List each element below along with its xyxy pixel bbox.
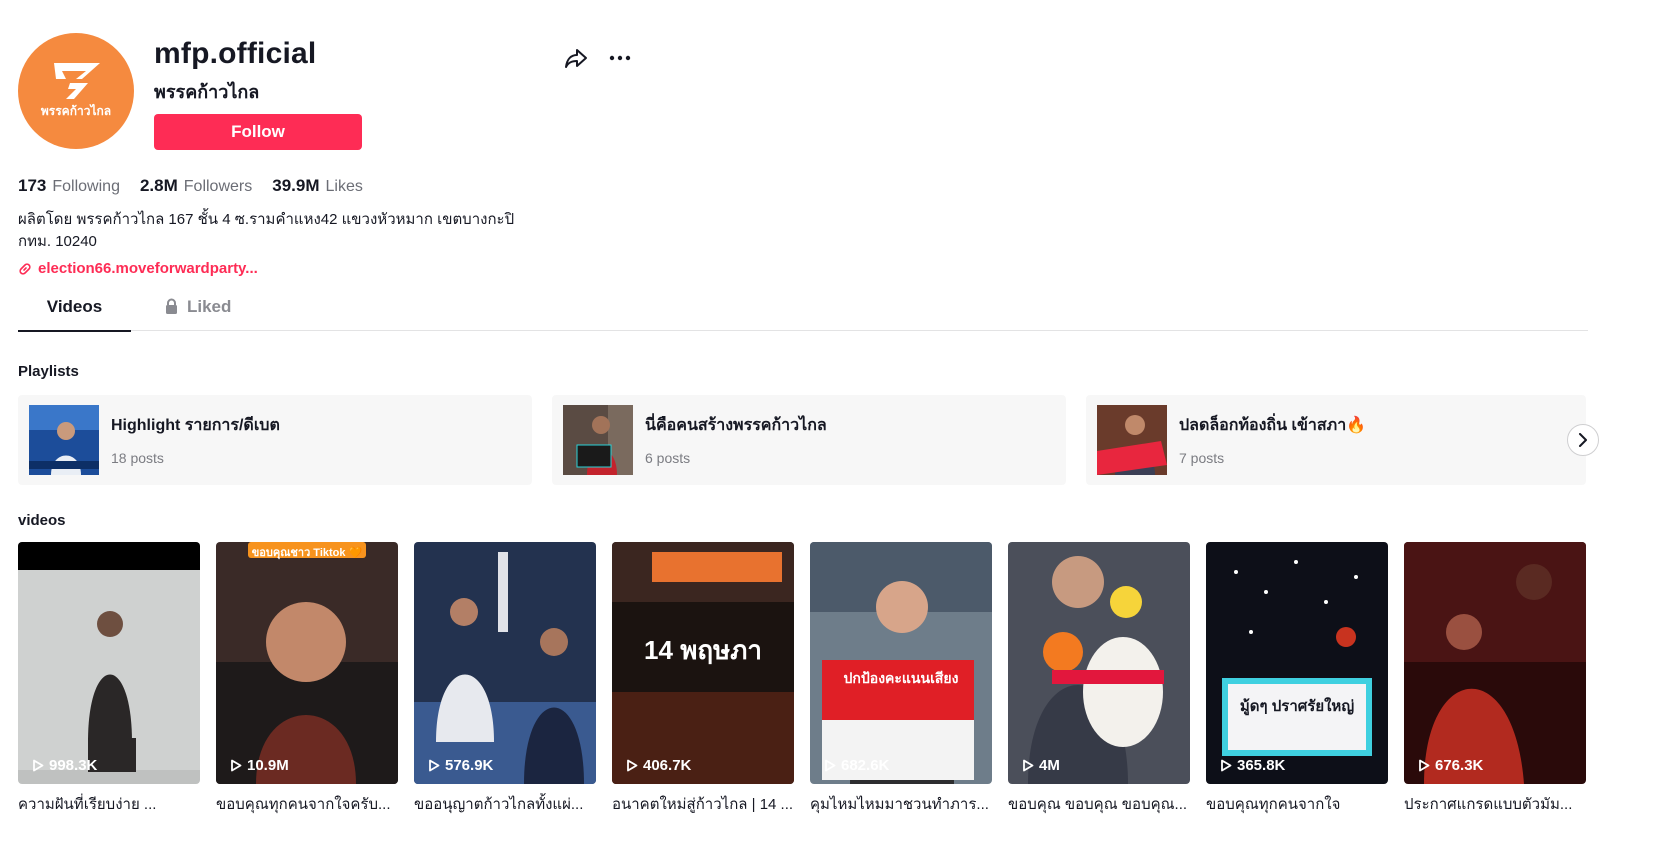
- likes-label: Likes: [325, 178, 363, 195]
- playlist-thumbnail: [563, 405, 633, 475]
- view-count-text: 576.9K: [445, 757, 494, 774]
- bio: ผลิตโดย พรรคก้าวไกล 167 ชั้น 4 ซ.รามคำแห…: [18, 209, 528, 253]
- video-overlay-text: 14 พฤษภา: [644, 635, 762, 665]
- view-count-text: 4M: [1039, 757, 1060, 774]
- view-count-text: 365.8K: [1237, 757, 1286, 774]
- view-count: 365.8K: [1220, 757, 1285, 774]
- playlist-next-button[interactable]: [1567, 424, 1599, 456]
- play-icon: [1419, 759, 1430, 772]
- video-card[interactable]: มู้ดๆ ปราศรัยใหญ่ 365.8K: [1206, 542, 1388, 784]
- play-icon: [825, 759, 836, 772]
- likes-stat: 39.9M Likes: [272, 176, 363, 196]
- bio-link-text: election66.moveforwardparty...: [38, 260, 258, 277]
- following-label: Following: [52, 178, 120, 195]
- video-thumbnail: [1404, 542, 1586, 784]
- video-thumbnail: [810, 542, 992, 784]
- view-count-text: 676.3K: [1435, 757, 1484, 774]
- following-stat[interactable]: 173 Following: [18, 176, 120, 196]
- view-count: 576.9K: [428, 757, 493, 774]
- followers-label: Followers: [183, 178, 253, 195]
- link-icon: [19, 262, 31, 275]
- view-count-text: 10.9M: [247, 757, 289, 774]
- chevron-right-icon: [1579, 433, 1587, 447]
- play-icon: [231, 759, 242, 772]
- video-caption[interactable]: ขอบคุณ ขอบคุณ ขอบคุณ...: [1008, 792, 1190, 816]
- share-icon[interactable]: [563, 45, 589, 71]
- video-thumbnail: [414, 542, 596, 784]
- video-card[interactable]: 14 พฤษภา 406.7K: [612, 542, 794, 784]
- view-count: 682.6K: [824, 757, 889, 774]
- playlist-name: Highlight รายการ/ดีเบต: [111, 417, 280, 434]
- nickname: พรรคก้าวไกล: [154, 82, 260, 102]
- play-icon: [1221, 759, 1232, 772]
- video-caption[interactable]: คุมไหมไหมมาชวนทำภาร...: [810, 792, 992, 816]
- video-overlay-text: มู้ดๆ ปราศรัยใหญ่: [1239, 698, 1355, 715]
- bio-link[interactable]: election66.moveforwardparty...: [18, 260, 258, 277]
- playlist-card[interactable]: ปลดล็อกท้องถิ่น เข้าสภา🔥 7 posts: [1086, 395, 1586, 485]
- lock-icon: [166, 298, 177, 314]
- video-caption[interactable]: ขออนุญาตก้าวไกลทั้งแผ่...: [414, 792, 596, 816]
- play-icon: [1023, 759, 1034, 772]
- video-thumbnail: [1206, 542, 1388, 784]
- video-caption[interactable]: ขอบคุณทุกคนจากใจครับ...: [216, 792, 398, 816]
- profile-header: พรรคก้าวไกล mfp.official พรรคก้าวไกล Fol…: [18, 33, 631, 153]
- avatar-text: พรรคก้าวไกล: [40, 104, 112, 118]
- playlist-name: ปลดล็อกท้องถิ่น เข้าสภา🔥: [1179, 417, 1367, 434]
- playlist-count: 7 posts: [1179, 450, 1225, 466]
- video-caption[interactable]: ประกาศแกรดแบบตัวมัม...: [1404, 792, 1586, 816]
- video-overlay-text: ขอบคุณชาว Tiktok 🧡: [251, 547, 363, 559]
- play-icon: [429, 759, 440, 772]
- video-card[interactable]: 4M: [1008, 542, 1190, 784]
- video-thumbnail: [18, 542, 200, 784]
- party-logo-icon: [54, 63, 100, 99]
- view-count: 4M: [1022, 757, 1060, 774]
- playlist-thumbnail: [29, 405, 99, 475]
- video-card[interactable]: ปกป้องคะแนนเสียง 682.6K: [810, 542, 992, 784]
- video-caption[interactable]: ความฝันที่เรียบง่าย ...: [18, 792, 200, 816]
- more-options-icon[interactable]: [607, 45, 633, 71]
- video-card[interactable]: ขอบคุณชาว Tiktok 🧡 10.9M: [216, 542, 398, 784]
- view-count-text: 406.7K: [643, 757, 692, 774]
- playlist-count: 18 posts: [111, 450, 164, 466]
- videos-heading: videos: [18, 512, 66, 529]
- view-count: 10.9M: [230, 757, 289, 774]
- video-caption[interactable]: ขอบคุณทุกคนจากใจ: [1206, 792, 1388, 816]
- view-count: 676.3K: [1418, 757, 1483, 774]
- view-count-text: 682.6K: [841, 757, 890, 774]
- likes-count: 39.9M: [272, 176, 320, 195]
- video-card[interactable]: 576.9K: [414, 542, 596, 784]
- playlist-name: นี่คือคนสร้างพรรคก้าวไกล: [645, 417, 827, 434]
- video-overlay-text: ปกป้องคะแนนเสียง: [843, 670, 959, 686]
- view-count: 998.3K: [32, 757, 97, 774]
- bio-line-2: กทม. 10240: [18, 233, 97, 250]
- video-thumbnail: [1008, 542, 1190, 784]
- tab-videos[interactable]: Videos: [18, 297, 131, 332]
- tab-liked-label: Liked: [187, 297, 232, 316]
- bio-line-1: ผลิตโดย พรรคก้าวไกล 167 ชั้น 4 ซ.รามคำแห…: [18, 211, 515, 228]
- followers-count: 2.8M: [139, 176, 178, 195]
- tab-videos-label: Videos: [46, 297, 103, 316]
- view-count: 406.7K: [626, 757, 691, 774]
- tab-liked[interactable]: Liked: [164, 297, 231, 331]
- video-caption[interactable]: อนาคตใหม่สู่ก้าวไกล | 14 ...: [612, 792, 794, 816]
- playlist-card[interactable]: Highlight รายการ/ดีเบต 18 posts: [18, 395, 532, 485]
- followers-stat[interactable]: 2.8M Followers: [140, 176, 252, 196]
- avatar[interactable]: พรรคก้าวไกล: [18, 33, 134, 149]
- video-card[interactable]: 676.3K: [1404, 542, 1586, 784]
- video-thumbnail: [216, 542, 398, 784]
- playlists-heading: Playlists: [18, 363, 79, 380]
- following-count: 173: [18, 176, 47, 195]
- follow-button[interactable]: Follow: [154, 114, 362, 150]
- playlist-count: 6 posts: [645, 450, 691, 466]
- profile-tabs: Videos Liked: [18, 297, 1588, 332]
- video-card[interactable]: 998.3K: [18, 542, 200, 784]
- playlist-card[interactable]: นี่คือคนสร้างพรรคก้าวไกล 6 posts: [552, 395, 1066, 485]
- view-count-text: 998.3K: [49, 757, 98, 774]
- play-icon: [33, 759, 44, 772]
- username: mfp.official: [154, 37, 317, 70]
- play-icon: [627, 759, 638, 772]
- profile-stats: 173 Following 2.8M Followers 39.9M Likes: [18, 176, 363, 196]
- playlist-thumbnail: [1097, 405, 1167, 475]
